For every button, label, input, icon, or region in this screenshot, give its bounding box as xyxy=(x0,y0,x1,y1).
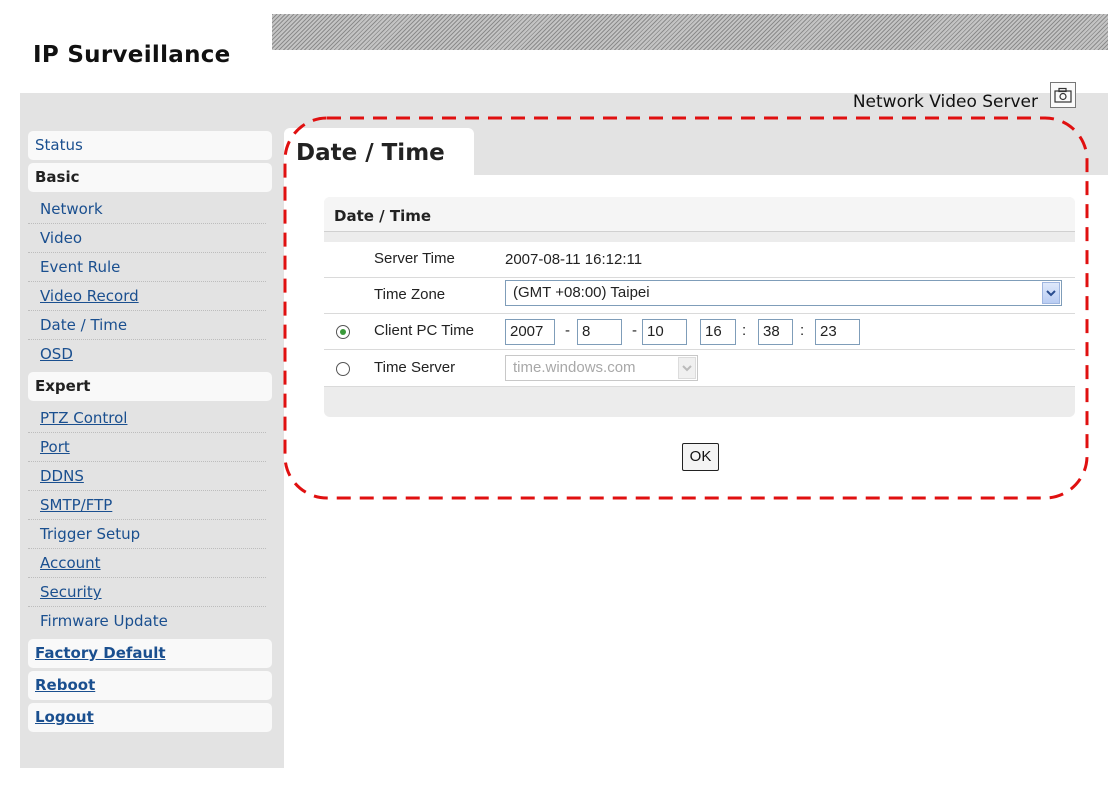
sidebar-item-firmware-update[interactable]: Firmware Update xyxy=(28,607,266,636)
sidebar-expert-list: PTZ Control Port DDNS SMTP/FTP Trigger S… xyxy=(28,404,272,636)
time-zone-select[interactable]: (GMT +08:00) Taipei xyxy=(505,280,1062,306)
sidebar-basic-list: Network Video Event Rule Video Record Da… xyxy=(28,195,272,369)
page-title: Date / Time xyxy=(296,140,445,166)
time-server-label: Time Server xyxy=(374,359,456,376)
sidebar-item-ddns[interactable]: DDNS xyxy=(28,462,266,491)
minute-input[interactable]: 38 xyxy=(758,319,793,345)
time-server-select[interactable]: time.windows.com xyxy=(505,355,698,381)
chevron-down-icon[interactable] xyxy=(1042,282,1060,304)
time-separator: : xyxy=(742,322,747,339)
sidebar-section-expert: Expert xyxy=(28,372,272,401)
time-server-value: time.windows.com xyxy=(513,359,636,376)
camera-icon[interactable] xyxy=(1050,82,1076,108)
client-pc-time-radio[interactable] xyxy=(336,325,350,339)
time-zone-label: Time Zone xyxy=(374,286,446,303)
section-title: Date / Time xyxy=(334,207,432,225)
sidebar-item-reboot[interactable]: Reboot xyxy=(28,671,272,700)
product-name: Network Video Server xyxy=(852,92,1038,112)
time-server-radio[interactable] xyxy=(336,362,350,376)
year-input[interactable]: 2007 xyxy=(505,319,555,345)
sidebar-item-logout[interactable]: Logout xyxy=(28,703,272,732)
sidebar-item-account[interactable]: Account xyxy=(28,549,266,578)
sidebar-item-video[interactable]: Video xyxy=(28,224,266,253)
sidebar-item-security[interactable]: Security xyxy=(28,578,266,607)
date-separator: - xyxy=(565,322,570,339)
sidebar-item-network[interactable]: Network xyxy=(28,195,266,224)
sidebar-item-factory-default[interactable]: Factory Default xyxy=(28,639,272,668)
month-input[interactable]: 8 xyxy=(577,319,622,345)
time-separator: : xyxy=(800,322,805,339)
server-time-row: Server Time 2007-08-11 16:12:11 xyxy=(324,242,1075,278)
sidebar-item-port[interactable]: Port xyxy=(28,433,266,462)
sidebar-item-trigger-setup[interactable]: Trigger Setup xyxy=(28,520,266,549)
sidebar-item-osd[interactable]: OSD xyxy=(28,340,266,369)
sidebar-section-basic: Basic xyxy=(28,163,272,192)
time-zone-value: (GMT +08:00) Taipei xyxy=(513,284,650,301)
second-input[interactable]: 23 xyxy=(815,319,860,345)
server-time-value: 2007-08-11 16:12:11 xyxy=(505,251,643,268)
ok-button[interactable]: OK xyxy=(682,443,719,471)
section-header xyxy=(324,197,1075,232)
sidebar-menu: Status Basic Network Video Event Rule Vi… xyxy=(28,131,272,735)
time-server-row: Time Server time.windows.com xyxy=(324,350,1075,387)
sidebar-item-event-rule[interactable]: Event Rule xyxy=(28,253,266,282)
sidebar-item-smtp-ftp[interactable]: SMTP/FTP xyxy=(28,491,266,520)
date-separator: - xyxy=(632,322,637,339)
brand-title: IP Surveillance xyxy=(33,42,231,68)
header-hatch-bar xyxy=(272,14,1108,50)
sidebar-item-status[interactable]: Status xyxy=(28,131,272,160)
day-input[interactable]: 10 xyxy=(642,319,687,345)
server-time-label: Server Time xyxy=(374,250,455,267)
client-pc-time-label: Client PC Time xyxy=(374,322,475,339)
time-zone-row: Time Zone (GMT +08:00) Taipei xyxy=(324,278,1075,314)
sidebar-item-date-time[interactable]: Date / Time xyxy=(28,311,266,340)
hour-input[interactable]: 16 xyxy=(700,319,736,345)
sidebar-item-video-record[interactable]: Video Record xyxy=(28,282,266,311)
chevron-down-icon[interactable] xyxy=(678,357,696,379)
client-pc-time-row: Client PC Time 2007 - 8 - 10 16 : 38 : 2… xyxy=(324,314,1075,350)
sidebar-item-ptz-control[interactable]: PTZ Control xyxy=(28,404,266,433)
